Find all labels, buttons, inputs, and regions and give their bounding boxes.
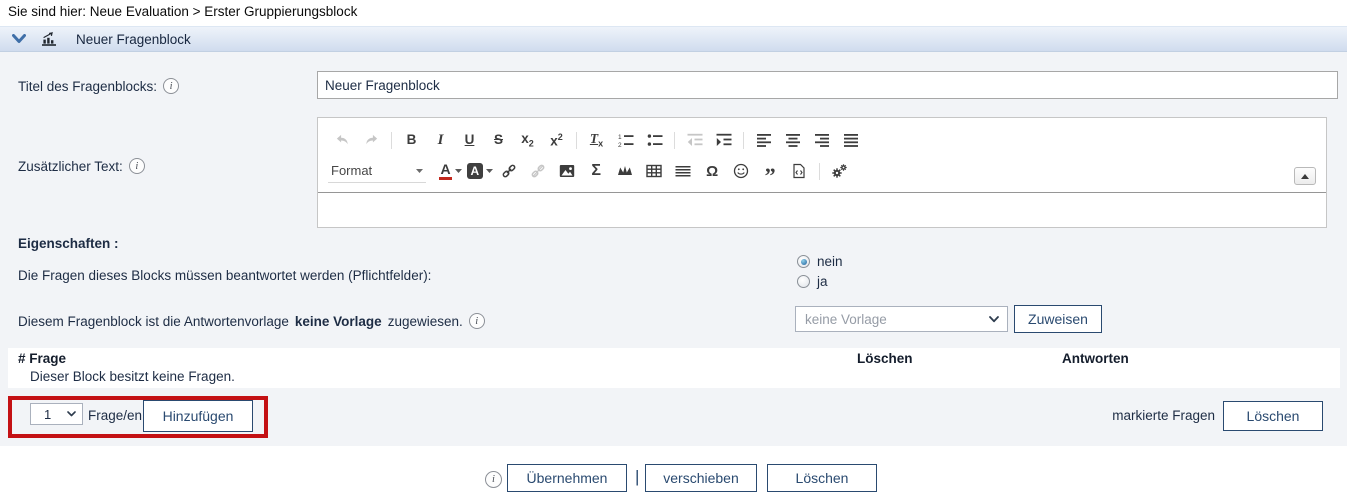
assign-button[interactable]: Zuweisen [1014, 305, 1102, 333]
additional-text-label-row: Zusätzlicher Text: i [18, 158, 145, 174]
radio-option-ja[interactable]: ja [797, 274, 843, 289]
bold-icon[interactable]: B [399, 128, 425, 152]
title-label: Titel des Fragenblocks: [18, 79, 157, 94]
remove-format-icon[interactable]: Tx [584, 128, 610, 152]
background-color-icon[interactable]: A [467, 159, 494, 183]
text-color-icon[interactable]: A [438, 159, 464, 183]
chevron-down-icon [67, 411, 76, 417]
delete-block-button[interactable]: Löschen [767, 464, 877, 492]
unlink-icon [525, 159, 551, 183]
delete-marked-button[interactable]: Löschen [1223, 401, 1323, 431]
column-header-loeschen: Löschen [857, 351, 913, 366]
triangle-up-icon [1301, 174, 1309, 179]
svg-text:1: 1 [618, 134, 622, 141]
info-icon[interactable]: i [485, 471, 502, 488]
statistics-chart-icon[interactable] [41, 31, 57, 47]
align-left-icon[interactable] [751, 128, 777, 152]
bulleted-list-icon[interactable] [642, 128, 668, 152]
numbered-list-icon[interactable]: 12 [613, 128, 639, 152]
evaluation-block-editor-screen: Sie sind hier: Neue Evaluation > Erster … [0, 0, 1355, 503]
title-input[interactable] [317, 71, 1338, 99]
radio-ja-label: ja [817, 274, 828, 289]
radio-nein-input[interactable] [797, 255, 810, 268]
breadcrumb[interactable]: Sie sind hier: Neue Evaluation > Erster … [8, 4, 357, 19]
footer-separator: | [635, 467, 639, 487]
info-icon[interactable]: i [163, 78, 179, 94]
format-dropdown[interactable]: Format [328, 160, 426, 183]
plugins-icon[interactable] [826, 159, 852, 183]
format-dropdown-value: Format [331, 163, 372, 178]
toolbar-separator [391, 132, 392, 149]
radio-nein-label: nein [817, 254, 843, 269]
move-button[interactable]: verschieben [645, 464, 757, 492]
empty-questions-message: Dieser Block besitzt keine Fragen. [30, 369, 235, 384]
superscript-icon[interactable]: x2 [544, 128, 570, 152]
additional-text-label: Zusätzlicher Text: [18, 159, 123, 174]
template-select[interactable]: keine Vorlage [795, 306, 1008, 332]
undo-icon [330, 128, 356, 152]
toolbar-separator [674, 132, 675, 149]
toolbar-separator [743, 132, 744, 149]
underline-icon[interactable]: U [457, 128, 483, 152]
question-count-select[interactable]: 1 [30, 403, 83, 425]
special-character-icon[interactable]: Ω [699, 159, 725, 183]
align-right-icon[interactable] [809, 128, 835, 152]
toolbar-separator [576, 132, 577, 149]
increase-indent-icon[interactable] [711, 128, 737, 152]
radio-option-nein[interactable]: nein [797, 254, 843, 269]
title-label-row: Titel des Fragenblocks: i [18, 78, 179, 94]
template-select-value: keine Vorlage [796, 312, 887, 327]
formula-editor-icon[interactable] [612, 159, 638, 183]
chevron-down-icon[interactable] [12, 34, 26, 44]
template-sentence-suffix: zugewiesen. [388, 314, 463, 329]
apply-button[interactable]: Übernehmen [507, 464, 627, 492]
question-count-value: 1 [31, 407, 51, 422]
source-icon[interactable] [786, 159, 812, 183]
properties-heading: Eigenschaften : [18, 236, 119, 251]
template-sentence-prefix: Diesem Fragenblock ist die Antwortenvorl… [18, 314, 289, 329]
editor-content-area[interactable] [318, 193, 1326, 227]
question-unit-label: Frage/en [88, 408, 142, 423]
template-sentence: Diesem Fragenblock ist die Antwortenvorl… [18, 313, 485, 329]
svg-text:2: 2 [618, 142, 622, 148]
mandatory-label: Die Fragen dieses Blocks müssen beantwor… [18, 268, 431, 283]
template-sentence-bold: keine Vorlage [295, 314, 382, 329]
column-header-frage: # Frage [18, 351, 66, 366]
blockquote-icon[interactable]: ” [757, 159, 783, 183]
collapse-toolbar-button[interactable] [1294, 167, 1316, 185]
strikethrough-icon[interactable]: S [486, 128, 512, 152]
redo-icon [359, 128, 385, 152]
smiley-icon[interactable] [728, 159, 754, 183]
decrease-indent-icon [682, 128, 708, 152]
marked-questions-label: markierte Fragen [1060, 408, 1215, 423]
add-question-button[interactable]: Hinzufügen [143, 400, 253, 432]
justify-icon[interactable] [838, 128, 864, 152]
align-center-icon[interactable] [780, 128, 806, 152]
radio-ja-input[interactable] [797, 275, 810, 288]
link-icon[interactable] [496, 159, 522, 183]
rich-text-editor: BIUSx2x2Tx12 Format AAΣΩ” [317, 117, 1327, 228]
chevron-down-icon [989, 316, 999, 323]
image-icon[interactable] [554, 159, 580, 183]
editor-toolbar-row-1: BIUSx2x2Tx12 [328, 127, 865, 153]
subscript-icon[interactable]: x2 [515, 128, 541, 152]
info-icon[interactable]: i [129, 158, 145, 174]
horizontal-rule-icon[interactable] [670, 159, 696, 183]
mandatory-radio-group: nein ja [797, 254, 843, 289]
editor-toolbar-row-2: Format AA Σ Ω ” [328, 158, 854, 184]
toolbar-separator [819, 163, 820, 180]
block-title: Neuer Fragenblock [76, 32, 191, 47]
info-icon[interactable]: i [469, 313, 485, 329]
italic-icon[interactable]: I [428, 128, 454, 152]
column-header-antworten: Antworten [1062, 351, 1129, 366]
math-sum-icon[interactable]: Σ [583, 159, 609, 183]
question-block-header-bar: Neuer Fragenblock [0, 26, 1347, 52]
table-icon[interactable] [641, 159, 667, 183]
